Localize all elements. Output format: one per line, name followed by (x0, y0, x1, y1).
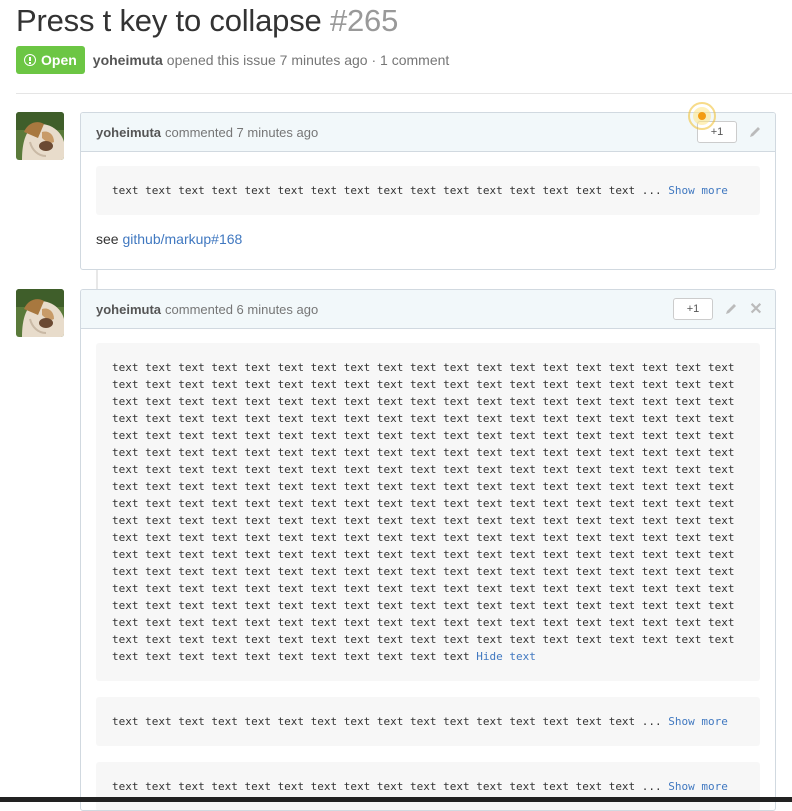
issue-opened-icon (24, 54, 36, 66)
code-text: text text text text text text text text … (112, 780, 669, 793)
comment-body: text text text text text text text text … (81, 152, 775, 265)
comment-timestamp[interactable]: commented 6 minutes ago (165, 302, 318, 317)
issue-title: Press t key to collapse #265 (16, 3, 398, 39)
close-icon[interactable]: ✕ (749, 299, 763, 319)
comment-header: yoheimuta commented 6 minutes ago +1 ✕ (81, 290, 775, 329)
code-block: text text text text text text text text … (96, 343, 760, 681)
comment-timestamp[interactable]: commented 7 minutes ago (165, 125, 318, 140)
issue-number: #265 (329, 3, 399, 38)
code-block: text text text text text text text text … (96, 762, 760, 810)
comment-author-link[interactable]: yoheimuta (96, 125, 161, 140)
comment-actions: +1 ✕ (673, 290, 763, 328)
code-text: text text text text text text text text … (112, 184, 669, 197)
paragraph-prefix: see (96, 231, 123, 247)
status-badge: Open (16, 46, 85, 74)
pencil-icon[interactable] (723, 301, 739, 317)
plus-one-button[interactable]: +1 (673, 298, 713, 320)
show-more-link[interactable]: Show more (668, 715, 728, 728)
status-label: Open (41, 52, 77, 68)
issue-meta-text: opened this issue 7 minutes ago · 1 comm… (166, 52, 450, 68)
code-text: text text text text text text text text … (112, 361, 735, 663)
code-text: text text text text text text text text … (112, 715, 669, 728)
comment-2: yoheimuta commented 6 minutes ago +1 ✕ t… (80, 289, 776, 811)
comment-body: text text text text text text text text … (81, 329, 775, 810)
comment-header: yoheimuta commented 7 minutes ago +1 (81, 113, 775, 152)
avatar[interactable] (16, 112, 64, 160)
issue-author-link[interactable]: yoheimuta (93, 52, 163, 68)
code-block: text text text text text text text text … (96, 166, 760, 215)
mouse-cursor-highlight (688, 102, 716, 130)
hide-text-link[interactable]: Hide text (476, 650, 536, 663)
comment-paragraph: see github/markup#168 (96, 231, 760, 247)
markup-issue-link[interactable]: github/markup#168 (122, 231, 242, 247)
header-divider (16, 93, 792, 94)
window-bottom-edge (0, 797, 792, 802)
comment-1: yoheimuta commented 7 minutes ago +1 tex… (80, 112, 776, 270)
pencil-icon[interactable] (747, 124, 763, 140)
issue-meta: Open yoheimuta opened this issue 7 minut… (16, 46, 449, 74)
comment-author-link[interactable]: yoheimuta (96, 302, 161, 317)
code-block: text text text text text text text text … (96, 697, 760, 746)
timeline-line (96, 270, 98, 290)
avatar[interactable] (16, 289, 64, 337)
issue-title-text: Press t key to collapse (16, 3, 322, 38)
show-more-link[interactable]: Show more (668, 184, 728, 197)
show-more-link[interactable]: Show more (668, 780, 728, 793)
avatar-image (16, 112, 64, 160)
avatar-image (16, 289, 64, 337)
